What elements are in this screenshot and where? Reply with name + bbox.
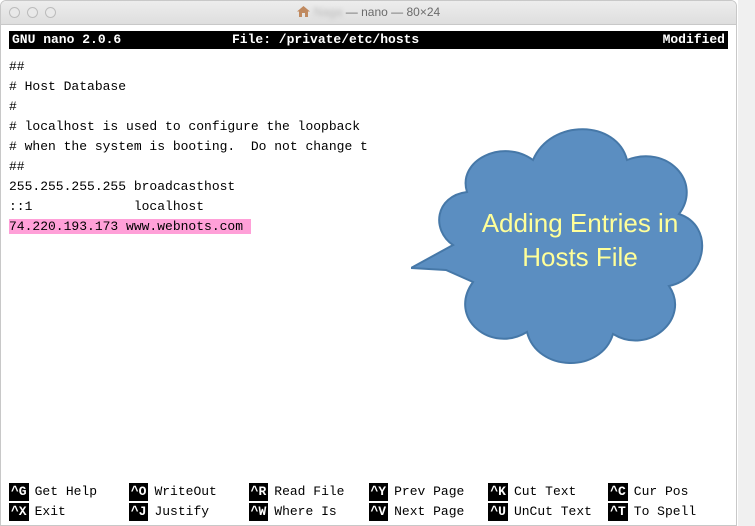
editor-line: ## [9,159,25,174]
nano-shortcut-bar: ^GGet Help ^OWriteOut ^RRead File ^YPrev… [9,483,728,521]
minimize-window-button[interactable] [27,7,38,18]
editor-line: # when the system is booting. Do not cha… [9,139,368,154]
editor-line-highlighted: 74.220.193.173 www.webnots.com [9,219,251,234]
editor-line: # localhost is used to configure the loo… [9,119,368,134]
editor-line: ::1 localhost [9,199,204,214]
nano-file-label: File: /private/etc/hosts [232,31,625,49]
shortcut-cut-text: ^KCut Text [488,483,608,501]
shortcut-prev-page: ^YPrev Page [369,483,489,501]
nano-status-bar: GNU nano 2.0.6 File: /private/etc/hosts … [9,31,728,49]
page-scrollbar[interactable] [738,0,755,526]
window-title: Naga — nano — 80×24 [1,5,736,20]
nano-version: GNU nano 2.0.6 [12,31,232,49]
zoom-window-button[interactable] [45,7,56,18]
shortcut-justify: ^JJustify [129,503,249,521]
shortcut-uncut-text: ^UUnCut Text [488,503,608,521]
shortcut-get-help: ^GGet Help [9,483,129,501]
editor-line: # [9,99,17,114]
shortcut-to-spell: ^TTo Spell [608,503,728,521]
editor-line: # Host Database [9,79,126,94]
traffic-lights [9,7,56,18]
terminal-window: Naga — nano — 80×24 GNU nano 2.0.6 File:… [0,0,737,526]
shortcut-read-file: ^RRead File [249,483,369,501]
nano-modified-status: Modified [625,31,725,49]
close-window-button[interactable] [9,7,20,18]
shortcut-exit: ^XExit [9,503,129,521]
editor-line: 255.255.255.255 broadcasthost [9,179,235,194]
terminal-content[interactable]: GNU nano 2.0.6 File: /private/etc/hosts … [1,25,736,525]
shortcut-writeout: ^OWriteOut [129,483,249,501]
shortcut-cur-pos: ^CCur Pos [608,483,728,501]
titlebar: Naga — nano — 80×24 [1,1,736,25]
editor-line: ## [9,59,25,74]
shortcut-next-page: ^VNext Page [369,503,489,521]
home-icon [297,6,310,20]
nano-editor-area[interactable]: ## # Host Database # # localhost is used… [9,57,728,237]
shortcut-where-is: ^WWhere Is [249,503,369,521]
